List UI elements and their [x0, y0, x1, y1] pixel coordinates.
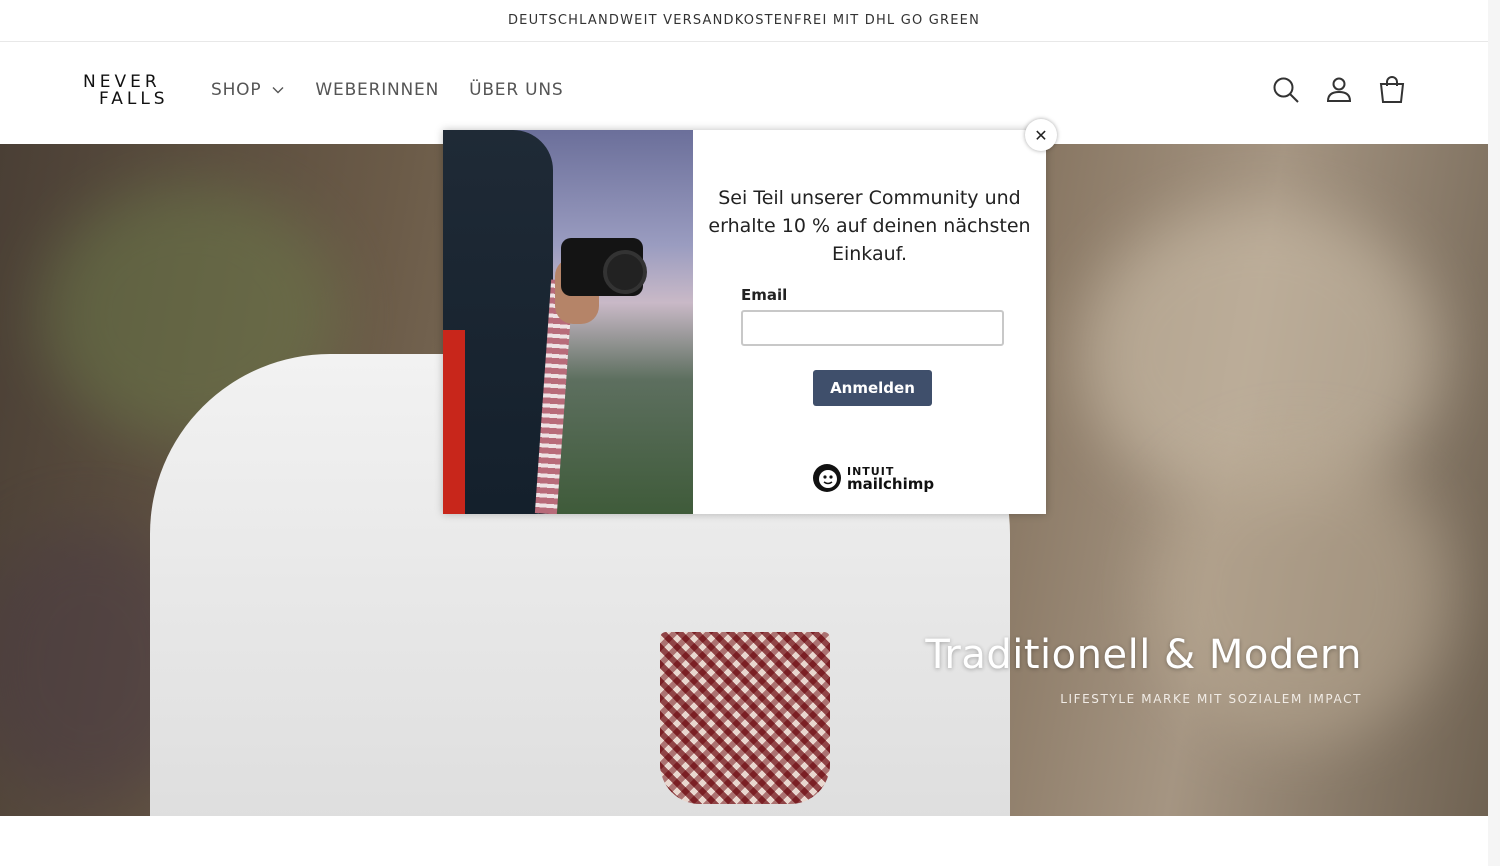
hero-subtitle: LIFESTYLE MARKE MIT SOZIALEM IMPACT: [1060, 692, 1362, 706]
close-icon: ✕: [1034, 125, 1048, 145]
subscribe-button[interactable]: Anmelden: [813, 370, 932, 406]
site-header: NEVER FALLS SHOP WEBERINNEN ÜBER UNS: [0, 42, 1488, 144]
brand-line-2: mailchimp: [847, 475, 935, 493]
brand-logo[interactable]: NEVER FALLS: [83, 74, 167, 112]
search-button[interactable]: [1270, 74, 1302, 106]
mailchimp-logo[interactable]: INTUIT mailchimp: [811, 462, 934, 494]
cart-button[interactable]: [1376, 74, 1408, 106]
scrollbar[interactable]: [1488, 0, 1500, 866]
email-label: Email: [741, 286, 788, 304]
page-bottom: [0, 816, 1500, 866]
hero-title: Traditionell & Modern: [925, 632, 1362, 678]
nav-item-label: WEBERINNEN: [315, 80, 440, 100]
newsletter-popup: Sei Teil unserer Community und erhalte 1…: [443, 130, 1046, 514]
nav-item-ueber-uns[interactable]: ÜBER UNS: [469, 80, 563, 100]
search-icon: [1273, 77, 1299, 103]
popup-image: [443, 130, 693, 514]
announcement-text: DEUTSCHLANDWEIT VERSANDKOSTENFREI MIT DH…: [507, 13, 981, 28]
nav-item-weberinnen[interactable]: WEBERINNEN: [315, 80, 439, 100]
popup-heading: Sei Teil unserer Community und erhalte 1…: [708, 187, 1031, 265]
logo-line-2: FALLS: [99, 89, 169, 109]
main-nav: SHOP WEBERINNEN ÜBER UNS: [211, 80, 594, 100]
header-icons: [1270, 74, 1429, 106]
account-icon: [1326, 77, 1352, 102]
shirt-pocket: [660, 632, 830, 804]
announcement-bar: DEUTSCHLANDWEIT VERSANDKOSTENFREI MIT DH…: [0, 0, 1488, 42]
nav-item-label: ÜBER UNS: [469, 80, 564, 100]
cart-icon: [1379, 76, 1405, 103]
chevron-down-icon: [272, 87, 284, 94]
nav-item-shop[interactable]: SHOP: [211, 80, 285, 100]
nav-item-label: SHOP: [211, 80, 262, 100]
popup-form: Sei Teil unserer Community und erhalte 1…: [693, 130, 1046, 514]
close-button[interactable]: ✕: [1025, 119, 1057, 151]
mailchimp-icon: [813, 464, 841, 492]
account-button[interactable]: [1323, 74, 1355, 106]
email-field[interactable]: [741, 310, 1004, 346]
